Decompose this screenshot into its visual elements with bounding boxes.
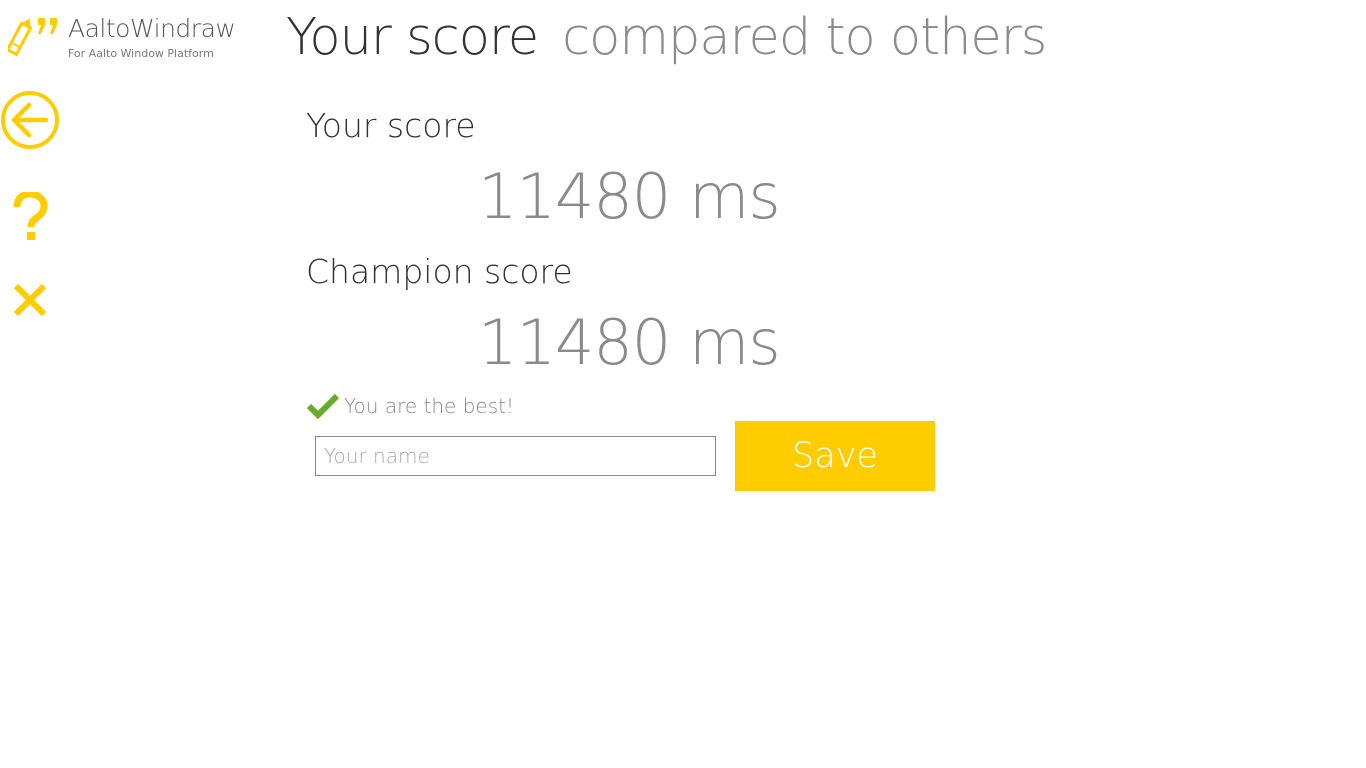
checkmark-icon	[306, 393, 340, 420]
close-button[interactable]	[12, 282, 48, 318]
help-button[interactable]	[8, 190, 52, 244]
app-logo: AaltoWindraw For Aalto Window Platform	[8, 14, 258, 64]
tab-compared-to-others[interactable]: compared to others	[562, 8, 1047, 67]
name-input[interactable]	[315, 436, 716, 476]
pencil-quote-icon	[8, 18, 57, 56]
app-subtitle: For Aalto Window Platform	[68, 47, 214, 60]
your-score-value: 11480 ms	[478, 160, 781, 233]
champion-score-label: Champion score	[306, 252, 573, 291]
app-title: AaltoWindraw	[68, 14, 236, 43]
back-arrow-icon	[1, 91, 59, 149]
status-text: You are the best!	[344, 394, 514, 418]
close-icon	[13, 283, 47, 317]
tab-your-score[interactable]: Your score	[286, 8, 539, 67]
page-title: Your score compared to others	[286, 8, 1047, 67]
save-button[interactable]: Save	[735, 421, 935, 491]
question-mark-icon	[13, 190, 48, 240]
your-score-label: Your score	[306, 106, 476, 145]
champion-score-value: 11480 ms	[478, 306, 781, 379]
back-button[interactable]	[0, 90, 60, 150]
